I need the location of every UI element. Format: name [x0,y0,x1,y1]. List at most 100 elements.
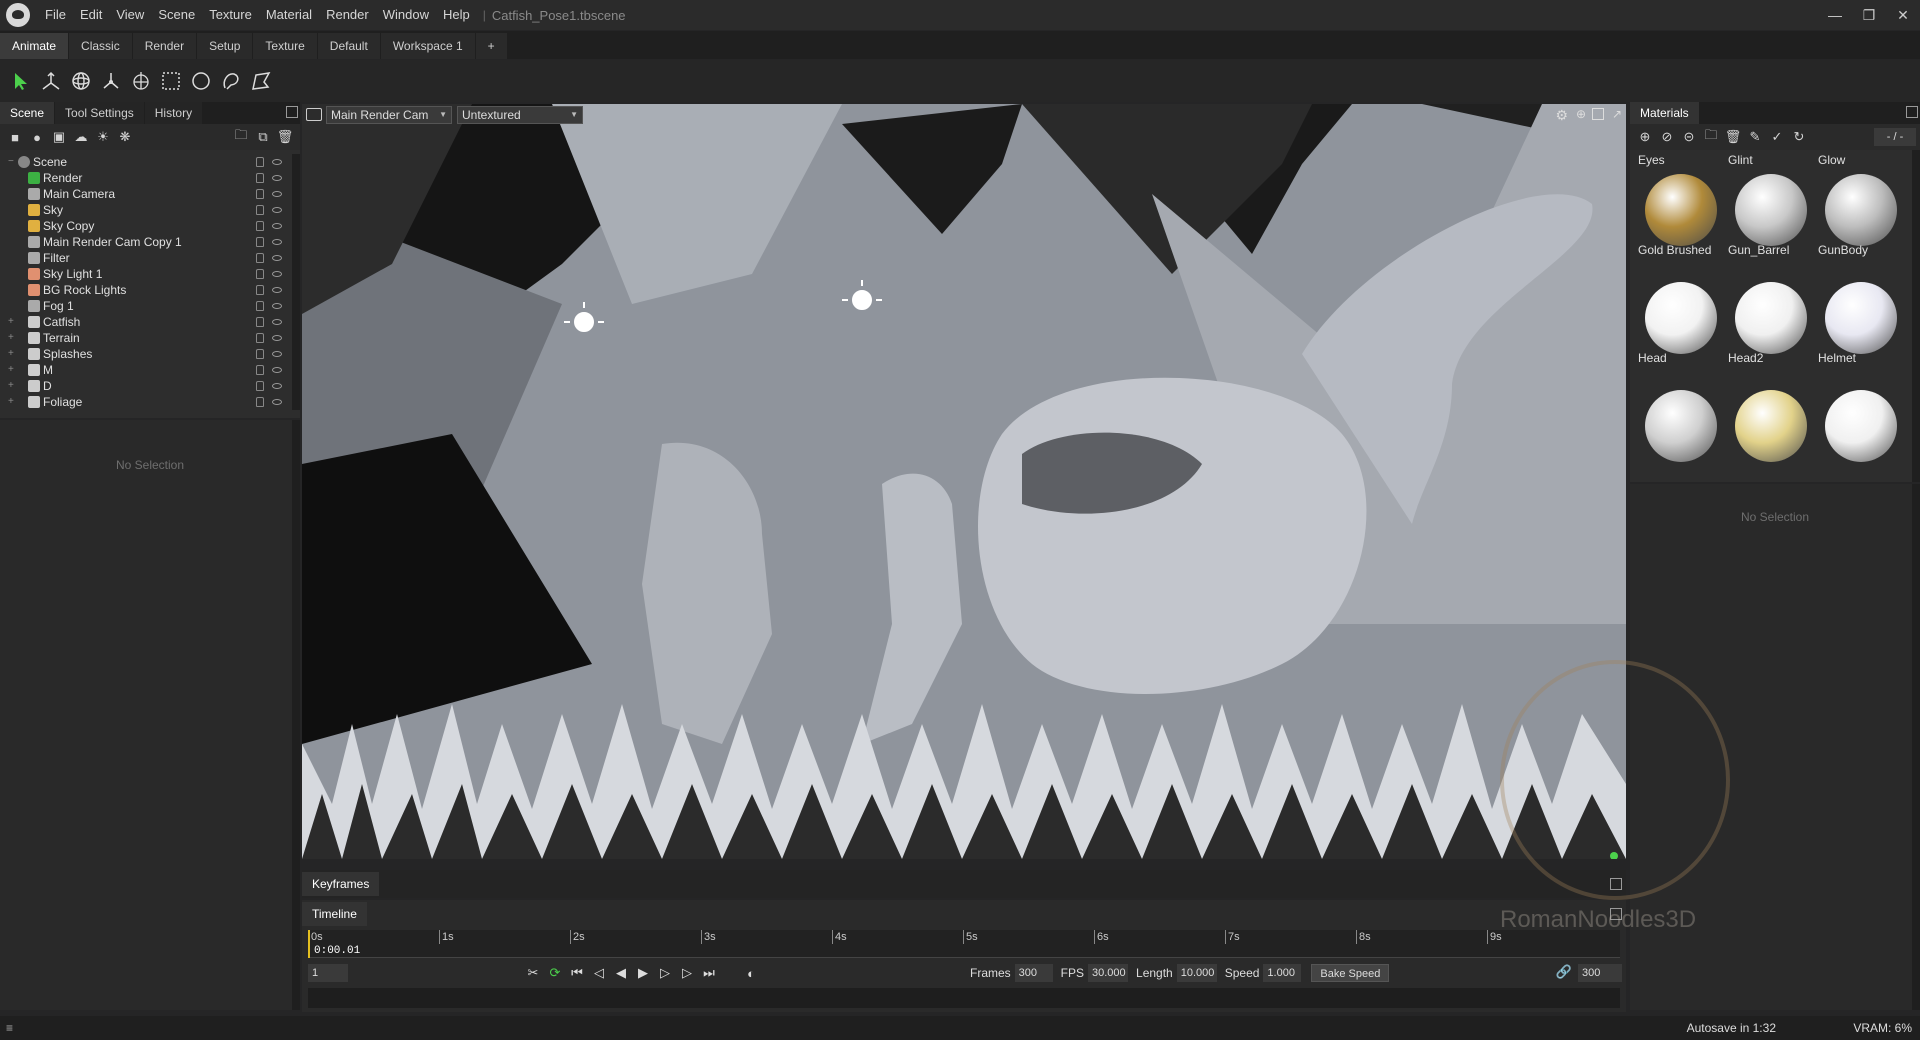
visibility-eye-icon[interactable] [272,399,282,405]
material-properties-scrollbar[interactable] [1912,484,1920,1010]
properties-scrollbar[interactable] [292,420,300,1010]
restore-icon[interactable]: ❐ [1852,0,1886,30]
visibility-eye-icon[interactable] [272,271,282,277]
scale-icon[interactable] [96,66,126,96]
lock-icon[interactable] [256,221,264,231]
tree-item[interactable]: Fog 1 [0,298,294,314]
lock-icon[interactable] [256,269,264,279]
menu-texture[interactable]: Texture [202,0,259,30]
add-sky-icon[interactable]: ☁ [70,126,92,148]
lock-icon[interactable] [256,205,264,215]
material-folder-icon[interactable]: 🗀 [1700,126,1722,148]
material-grid-icon[interactable]: ⊝ [1678,126,1700,148]
visibility-eye-icon[interactable] [272,287,282,293]
length-field[interactable]: 10.000 [1176,964,1217,982]
step-back-icon[interactable]: ◀ [610,962,632,984]
add-render-icon[interactable]: ❋ [114,126,136,148]
ellipse-select-icon[interactable] [186,66,216,96]
add-fog-icon[interactable]: ☀ [92,126,114,148]
tab-animate[interactable]: Animate [0,33,69,59]
lock-icon[interactable] [256,285,264,295]
material-page-field[interactable]: - / - [1874,128,1916,146]
maximize-viewport-icon[interactable] [1592,108,1604,120]
lock-icon[interactable] [256,397,264,407]
material-thumbnail[interactable]: Head [1634,260,1722,366]
material-apply-icon[interactable]: ✓ [1766,126,1788,148]
material-thumbnail[interactable] [1814,368,1902,474]
lock-icon[interactable] [256,173,264,183]
lock-icon[interactable] [256,365,264,375]
visibility-eye-icon[interactable] [272,239,282,245]
popout-viewport-icon[interactable]: ↗ [1612,107,1622,121]
expand-icon[interactable]: + [8,330,14,346]
material-thumbnail[interactable]: Head2 [1724,260,1812,366]
materials-popout-icon[interactable] [1906,106,1918,118]
tree-item[interactable]: + Catfish [0,314,294,330]
tree-item[interactable]: Main Camera [0,186,294,202]
tab-render[interactable]: Render [132,33,197,59]
shading-dropdown[interactable]: Untextured [457,106,583,124]
rotate-icon[interactable] [66,66,96,96]
tree-item[interactable]: Render [0,170,294,186]
menu-material[interactable]: Material [259,0,319,30]
menu-help[interactable]: Help [436,0,477,30]
speed-dial-icon[interactable]: ◐ [740,962,762,984]
materials-scrollbar[interactable] [1912,150,1920,482]
menu-window[interactable]: Window [376,0,436,30]
select-arrow-icon[interactable] [6,66,36,96]
expand-icon[interactable]: + [8,346,14,362]
material-link-icon[interactable]: ⊘ [1656,126,1678,148]
tree-item[interactable]: + Foliage [0,394,294,410]
lasso-select-icon[interactable] [216,66,246,96]
add-material-icon[interactable]: ⊕ [1634,126,1656,148]
visibility-eye-icon[interactable] [272,255,282,261]
menu-scene[interactable]: Scene [151,0,202,30]
loop-icon[interactable]: ⟳ [544,962,566,984]
visibility-eye-icon[interactable] [272,319,282,325]
end-frame-field[interactable]: 300 [1578,964,1622,982]
visibility-eye-icon[interactable] [272,335,282,341]
lock-icon[interactable] [256,253,264,263]
tree-item[interactable]: − Scene [0,154,294,170]
bake-speed-button[interactable]: Bake Speed [1311,964,1390,982]
visibility-eye-icon[interactable] [272,383,282,389]
tree-item[interactable]: Sky [0,202,294,218]
material-thumbnail[interactable]: Gun_Barrel [1724,152,1812,258]
status-menu-icon[interactable]: ≡ [6,1016,13,1040]
playhead[interactable] [308,930,310,958]
tree-item[interactable]: Main Render Cam Copy 1 [0,234,294,250]
visibility-eye-icon[interactable] [272,303,282,309]
tab-classic[interactable]: Classic [69,33,132,59]
tree-item[interactable]: Sky Copy [0,218,294,234]
add-object-icon[interactable]: ■ [4,126,26,148]
tab-workspace-1[interactable]: Workspace 1 [380,33,475,59]
menu-view[interactable]: View [109,0,151,30]
move-icon[interactable] [36,66,66,96]
tab-texture[interactable]: Texture [253,33,317,59]
viewport-settings-icon[interactable]: ⚙ [1555,107,1568,124]
folder-icon[interactable]: 🗀 [230,126,252,148]
timeline-ruler[interactable]: 0s 1s 2s 3s 4s 5s 6s 7s 8s 9s [308,930,1620,958]
prev-key-icon[interactable]: ◁ [588,962,610,984]
visibility-eye-icon[interactable] [272,367,282,373]
skip-to-end-icon[interactable]: ⏭ [698,962,720,984]
tree-item[interactable]: Filter [0,250,294,266]
tab-history[interactable]: History [144,102,203,124]
expand-icon[interactable]: + [8,378,14,394]
lock-icon[interactable] [256,237,264,247]
play-icon[interactable]: ▶ [632,962,654,984]
lock-icon[interactable] [256,381,264,391]
delete-icon[interactable]: 🗑 [274,126,296,148]
lock-icon[interactable] [256,317,264,327]
lock-icon[interactable] [256,333,264,343]
expand-icon[interactable]: + [8,362,14,378]
fps-field[interactable]: 30.000 [1088,964,1129,982]
camera-dropdown[interactable]: Main Render Cam [326,106,452,124]
add-light-icon[interactable]: ● [26,126,48,148]
visibility-eye-icon[interactable] [272,175,282,181]
material-thumbnail[interactable] [1634,368,1722,474]
tree-item[interactable]: + M [0,362,294,378]
tree-scrollbar[interactable] [292,154,300,410]
tab-keyframes[interactable]: Keyframes [302,872,380,896]
add-workspace-button[interactable]: + [475,33,507,59]
